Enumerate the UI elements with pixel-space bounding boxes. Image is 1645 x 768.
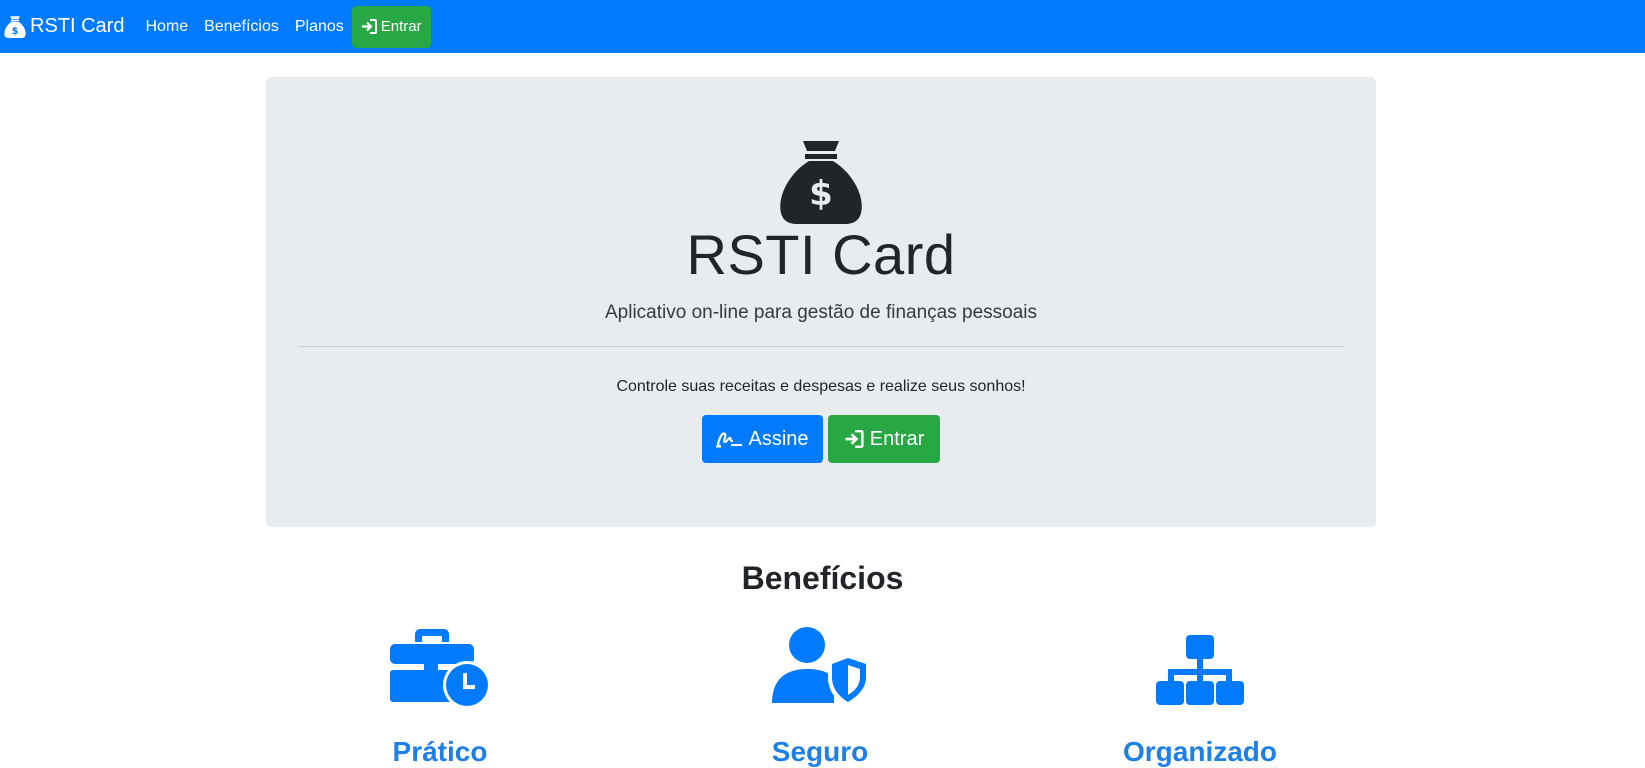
hero-jumbotron: $ RSTI Card Aplicativo on-line para gest… xyxy=(266,77,1376,527)
nav-login-button[interactable]: Entrar xyxy=(351,5,431,48)
benefit-card-seguro: Seguro xyxy=(670,625,970,767)
brand-name: RSTI Card xyxy=(30,15,125,37)
sign-in-icon xyxy=(361,19,377,34)
divider xyxy=(298,346,1344,347)
subscribe-label: Assine xyxy=(748,427,809,450)
sign-in-icon xyxy=(845,430,864,448)
hero-subtitle: Aplicativo on-line para gestão de finanç… xyxy=(605,302,1037,323)
brand-link[interactable]: $ RSTI Card xyxy=(4,15,124,39)
nav-home[interactable]: Home xyxy=(145,18,188,36)
nav-login-label: Entrar xyxy=(380,18,422,35)
nav-links: Home Benefícios Planos Entrar xyxy=(145,5,431,48)
benefits-heading: Benefícios xyxy=(741,560,904,596)
signature-icon xyxy=(716,432,743,448)
business-time-icon xyxy=(390,629,490,709)
money-bag-icon: $ xyxy=(4,15,26,38)
hero-actions: Assine Entrar xyxy=(266,415,1376,463)
benefit-card-organizado: Organizado xyxy=(1050,625,1350,767)
subscribe-button[interactable]: Assine xyxy=(702,415,823,463)
hero-title: RSTI Card xyxy=(686,223,956,286)
benefit-title: Organizado xyxy=(1122,736,1277,767)
money-bag-icon: $ xyxy=(780,141,862,224)
benefit-title: Prático xyxy=(392,736,488,767)
navbar: $ RSTI Card Home Benefícios Planos Entra… xyxy=(0,0,1645,53)
benefit-card-pratico: Prático xyxy=(290,625,590,767)
benefit-title: Seguro xyxy=(771,736,869,767)
nav-planos[interactable]: Planos xyxy=(295,18,344,36)
hero-login-label: Entrar xyxy=(869,427,925,450)
svg-text:$: $ xyxy=(809,174,833,214)
sitemap-icon xyxy=(1156,635,1244,705)
hero-tagline: Controle suas receitas e despesas e real… xyxy=(616,378,1026,395)
user-shield-icon xyxy=(772,627,870,707)
svg-text:$: $ xyxy=(12,26,19,37)
nav-beneficios[interactable]: Benefícios xyxy=(204,18,279,36)
hero-login-button[interactable]: Entrar xyxy=(828,415,940,463)
